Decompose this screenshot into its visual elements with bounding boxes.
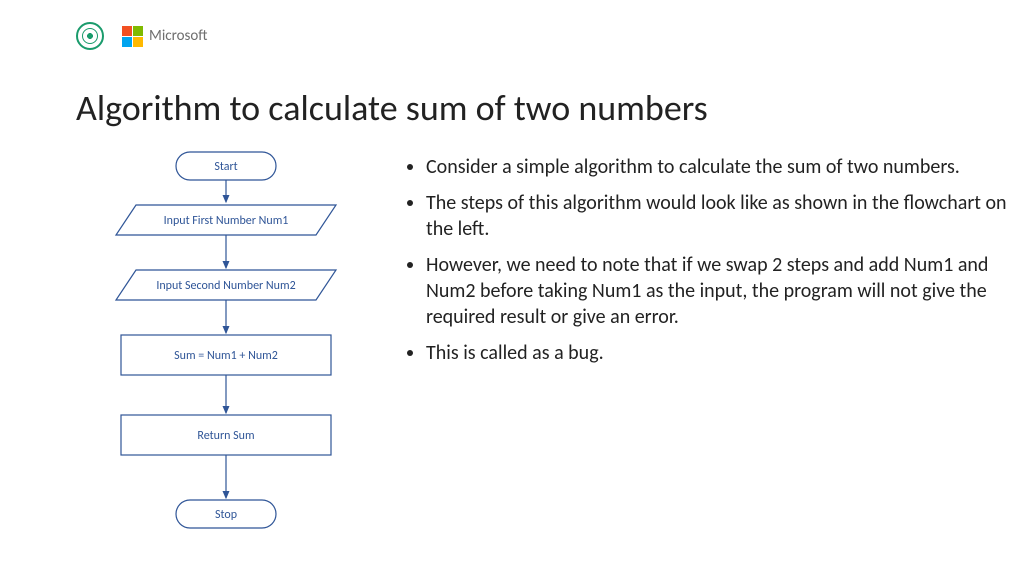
page-title: Algorithm to calculate sum of two number… [76,86,708,130]
flowchart-return-label: Return Sum [197,429,254,443]
flowchart-input1-label: Input First Number Num1 [164,214,289,228]
flowchart-input2-label: Input Second Number Num2 [156,279,295,293]
flowchart-stop-label: Stop [215,508,237,522]
flowchart-start-label: Start [214,160,237,174]
bullet-item: However, we need to note that if we swap… [426,252,1024,330]
circular-emblem-icon [76,22,104,50]
content-area: Start Input First Number Num1 Input Seco… [76,150,1024,570]
bullet-item: This is called as a bug. [426,340,1024,366]
microsoft-wordmark: Microsoft [149,27,208,45]
bullet-item: The steps of this algorithm would look l… [426,190,1024,242]
bullet-list: Consider a simple algorithm to calculate… [376,150,1024,570]
microsoft-squares-icon [122,26,143,47]
header-logos: Microsoft [76,22,208,50]
microsoft-logo: Microsoft [122,26,208,47]
bullet-item: Consider a simple algorithm to calculate… [426,154,1024,180]
flowchart-process-label: Sum = Num1 + Num2 [174,349,278,363]
flowchart: Start Input First Number Num1 Input Seco… [76,150,376,570]
